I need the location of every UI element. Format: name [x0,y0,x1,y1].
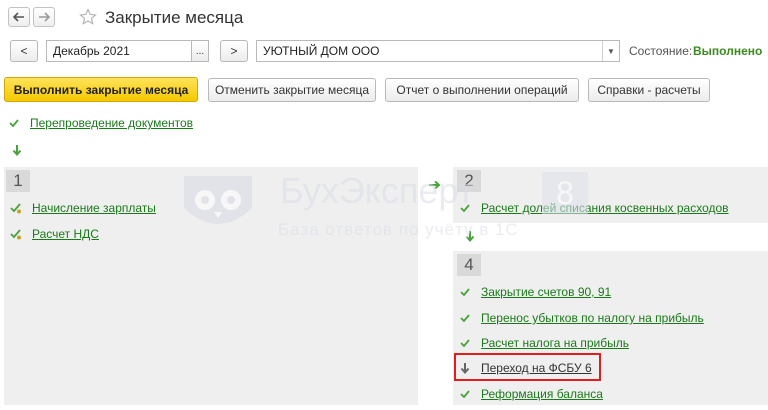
indirect-costs-link[interactable]: Расчет долей списания косвенных расходов [481,201,729,215]
organization-field[interactable]: УЮТНЫЙ ДОМ ООО ▼ [256,40,620,62]
section-4-panel [453,251,768,405]
arrow-down-gray-icon [457,362,473,374]
payroll-link[interactable]: Начисление зарплаты [32,201,156,215]
operation-payroll: Начисление зарплаты [8,200,156,216]
operations-report-button[interactable]: Отчет о выполнении операций [385,78,579,102]
check-icon [457,339,473,347]
cancel-month-close-button[interactable]: Отменить закрытие месяца [208,78,376,102]
run-month-close-button[interactable]: Выполнить закрытие месяца [4,77,198,102]
prev-period-button[interactable]: < [10,40,38,62]
next-period-button[interactable]: > [220,40,248,62]
close-90-91-link[interactable]: Закрытие счетов 90, 91 [481,285,611,299]
operation-fsbu6: Переход на ФСБУ 6 [457,360,592,376]
chevron-down-icon[interactable]: ▼ [602,41,619,61]
balance-reformation-link[interactable]: Реформация баланса [481,387,603,401]
section-2-number: 2 [457,170,481,192]
operation-profit-tax: Расчет налога на прибыль [457,335,629,351]
period-field[interactable]: Декабрь 2021 [46,40,192,62]
page-title: Закрытие месяца [105,8,244,27]
reposting-link[interactable]: Перепроведение документов [30,116,193,130]
fsbu6-link[interactable]: Переход на ФСБУ 6 [481,361,592,375]
state-value: Выполнено [693,44,763,58]
check-icon [457,288,473,296]
operation-reposting: Перепроведение документов [6,115,193,131]
back-button[interactable] [8,7,30,27]
section-1-number: 1 [6,170,30,192]
calculation-references-button[interactable]: Справки - расчеты [588,78,710,102]
check-icon [457,390,473,398]
arrow-right-green-icon [429,180,441,190]
operation-close-90-91: Закрытие счетов 90, 91 [457,284,611,300]
organization-value: УЮТНЫЙ ДОМ ООО [263,44,380,58]
operation-indirect-costs: Расчет долей списания косвенных расходов [457,200,729,216]
check-icon [6,119,22,127]
period-value: Декабрь 2021 [53,44,130,58]
period-select-button[interactable]: ... [191,40,209,62]
check-icon [457,314,473,322]
check-partial-icon [8,228,24,240]
star-icon [79,8,97,25]
vat-link[interactable]: Расчет НДС [32,227,99,241]
profit-tax-link[interactable]: Расчет налога на прибыль [481,336,629,350]
arrow-right-icon [39,12,50,22]
operation-vat: Расчет НДС [8,226,99,242]
operation-loss-transfer: Перенос убытков по налогу на прибыль [457,310,704,326]
section-4-number: 4 [457,254,481,276]
state-label: Состояние: [629,44,693,58]
arrow-down-icon [465,231,475,242]
arrow-left-icon [13,12,24,22]
check-partial-icon [8,202,24,214]
favorite-star[interactable] [79,8,97,29]
forward-button[interactable] [33,7,55,27]
arrow-down-icon [12,145,22,156]
check-icon [457,204,473,212]
loss-transfer-link[interactable]: Перенос убытков по налогу на прибыль [481,311,704,325]
operation-balance-reformation: Реформация баланса [457,386,603,402]
